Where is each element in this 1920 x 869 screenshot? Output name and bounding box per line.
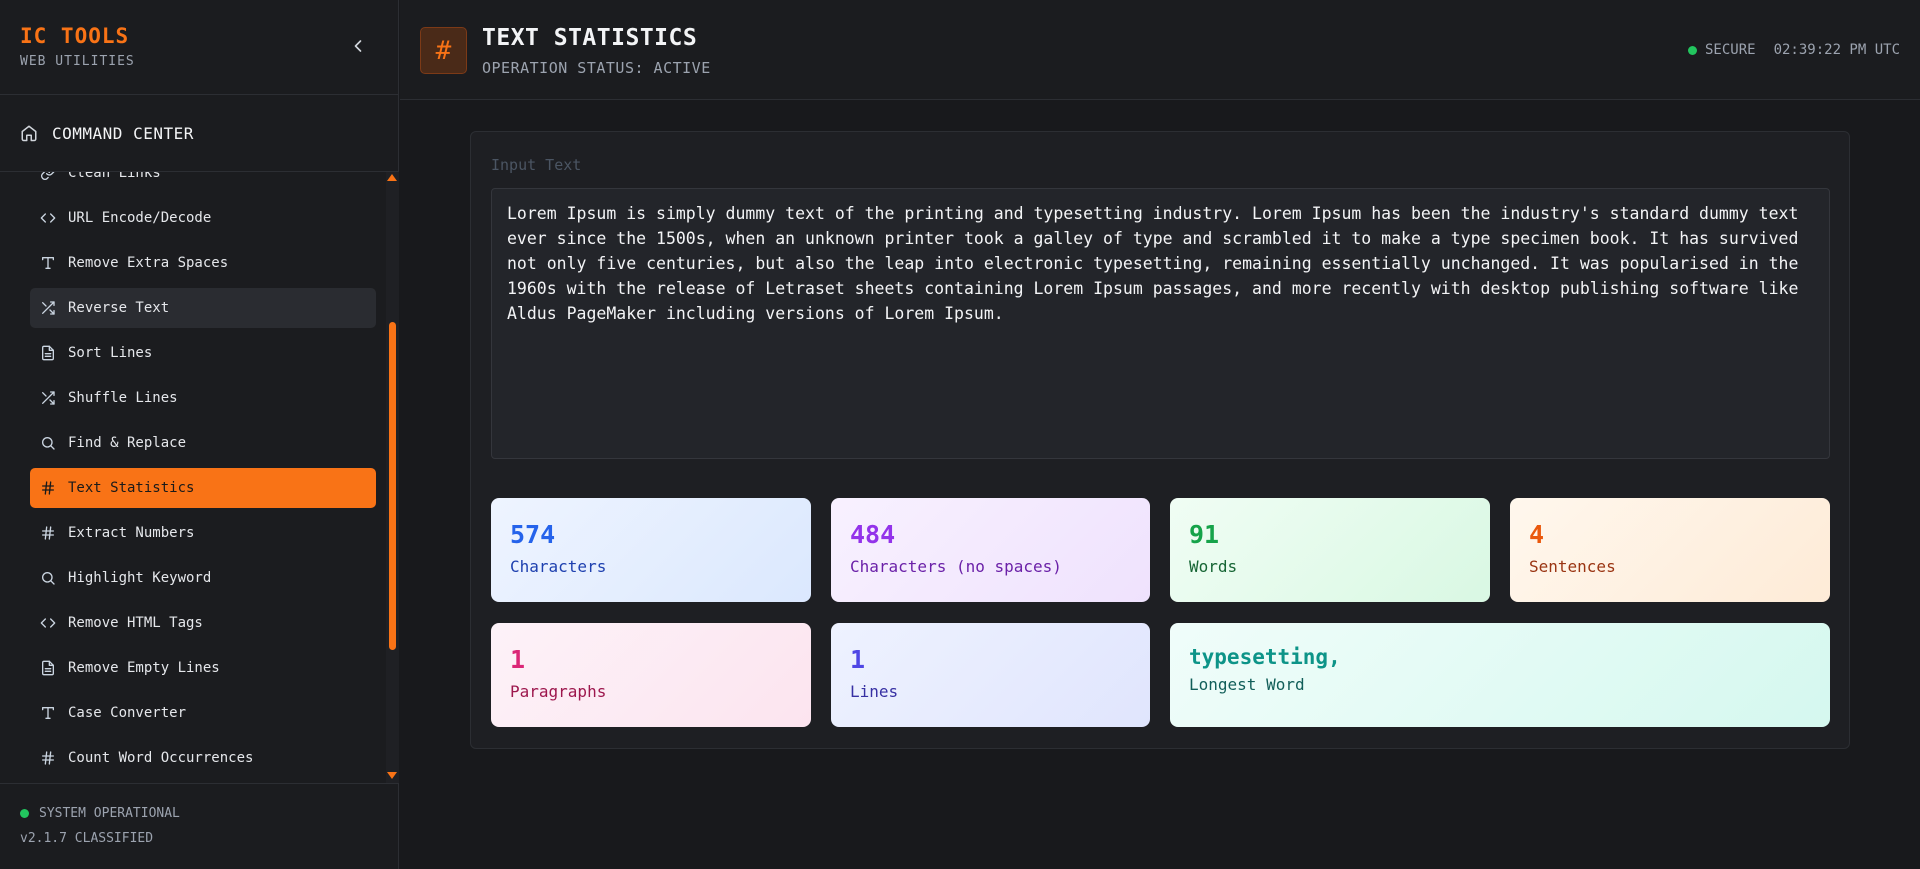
stat-card-words: 91 Words (1170, 498, 1490, 602)
sidebar-nav: Clean Links URL Encode/Decode Remove Extra… (0, 172, 386, 783)
stat-label: Lines (850, 682, 899, 701)
command-center-link[interactable]: COMMAND CENTER (20, 120, 194, 146)
sidebar-item-label: Extract Numbers (68, 525, 195, 541)
system-status: SYSTEM OPERATIONAL (20, 806, 180, 821)
sidebar-item-label: Text Statistics (68, 480, 195, 496)
stat-card-lines: 1 Lines (831, 623, 1150, 727)
file-icon (40, 345, 56, 361)
stat-label: Characters (no spaces) (850, 557, 1062, 576)
sidebar-item-find-replace[interactable]: Find & Replace (30, 423, 376, 463)
code-icon (40, 210, 56, 226)
sidebar-item-label: Reverse Text (68, 300, 170, 316)
brand: IC TOOLS WEB UTILITIES (20, 24, 135, 69)
input-label: Input Text (491, 156, 582, 174)
home-icon (21, 125, 37, 142)
stat-card-paragraphs: 1 Paragraphs (491, 623, 811, 727)
text-statistics-panel: Input Text Lorem Ipsum is simply dummy t… (470, 131, 1850, 749)
divider (0, 783, 399, 784)
sidebar-item-highlight-keyword[interactable]: Highlight Keyword (30, 558, 376, 598)
brand-title: IC TOOLS (20, 24, 130, 48)
stat-value: 4 (1529, 520, 1545, 549)
type-icon (40, 705, 56, 721)
hash-icon (40, 750, 56, 766)
sidebar-item-label: Sort Lines (68, 345, 153, 361)
nav-list: Clean Links URL Encode/Decode Remove Extra… (30, 172, 376, 783)
stat-card-characters: 574 Characters (491, 498, 811, 602)
stat-value: 91 (1189, 520, 1220, 549)
sidebar-item-remove-empty-lines[interactable]: Remove Empty Lines (30, 648, 376, 688)
sidebar-item-label: Clean Links (68, 172, 161, 181)
sidebar-item-text-statistics[interactable]: Text Statistics (30, 468, 376, 508)
type-icon (40, 255, 56, 271)
secure-indicator: SECURE 02:39:22 PM UTC (1687, 42, 1900, 58)
sidebar-item-label: Remove HTML Tags (68, 615, 203, 631)
file-icon (40, 660, 56, 676)
status-dot-icon (20, 809, 29, 818)
operation-status: OPERATION STATUS: ACTIVE (482, 59, 711, 77)
collapse-sidebar-button[interactable] (348, 36, 368, 56)
shuffle-icon (40, 390, 56, 406)
sidebar-item-count-word-occurrences[interactable]: Count Word Occurrences (30, 738, 376, 778)
stat-value: typesetting, (1189, 645, 1341, 669)
secure-dot-icon (1687, 45, 1697, 55)
sidebar-item-label: Count Word Occurrences (68, 750, 254, 766)
stat-value: 484 (850, 520, 896, 549)
sidebar-item-label: Remove Empty Lines (68, 660, 220, 676)
sidebar-item-label: Highlight Keyword (68, 570, 212, 586)
stat-value: 574 (510, 520, 556, 549)
command-center-label: COMMAND CENTER (52, 123, 194, 143)
stat-label: Sentences (1529, 557, 1616, 576)
hash-icon: # (420, 27, 467, 74)
stat-label: Words (1189, 557, 1238, 576)
stat-value: 1 (850, 645, 866, 674)
input-textarea[interactable]: Lorem Ipsum is simply dummy text of the … (491, 188, 1830, 459)
sidebar-item-sort-lines[interactable]: Sort Lines (30, 333, 376, 373)
search-icon (40, 435, 56, 451)
scroll-up-arrow[interactable] (387, 174, 397, 181)
sidebar-item-url-encode-decode[interactable]: URL Encode/Decode (30, 198, 376, 238)
scrollbar-thumb[interactable] (389, 322, 396, 650)
stat-label: Paragraphs (510, 682, 607, 701)
hash-icon (40, 525, 56, 541)
chevron-left-icon (354, 40, 362, 52)
sidebar: IC TOOLS WEB UTILITIES COMMAND CENTER Cl… (0, 0, 399, 869)
stat-value: 1 (510, 645, 526, 674)
sidebar-item-remove-html-tags[interactable]: Remove HTML Tags (30, 603, 376, 643)
sidebar-item-remove-extra-spaces[interactable]: Remove Extra Spaces (30, 243, 376, 283)
shuffle-icon (40, 300, 56, 316)
stat-card-longest-word: typesetting, Longest Word (1170, 623, 1830, 727)
sidebar-item-label: Remove Extra Spaces (68, 255, 229, 271)
sidebar-item-label: Shuffle Lines (68, 390, 178, 406)
secure-label: SECURE (1704, 42, 1756, 58)
page-title: TEXT STATISTICS (482, 25, 698, 51)
link-icon (40, 172, 56, 181)
stat-label: Longest Word (1189, 675, 1305, 694)
stat-label: Characters (510, 557, 607, 576)
header: # TEXT STATISTICS OPERATION STATUS: ACTI… (400, 0, 1920, 100)
stat-card-sentences: 4 Sentences (1510, 498, 1830, 602)
hash-icon (40, 480, 56, 496)
sidebar-item-clean-links[interactable]: Clean Links (30, 172, 376, 193)
sidebar-item-label: Case Converter (68, 705, 187, 721)
sidebar-item-case-converter[interactable]: Case Converter (30, 693, 376, 733)
version-label: v2.1.7 CLASSIFIED (20, 831, 154, 846)
sidebar-item-shuffle-lines[interactable]: Shuffle Lines (30, 378, 376, 418)
brand-subtitle: WEB UTILITIES (20, 54, 135, 69)
clock: 02:39:22 PM UTC (1773, 42, 1900, 58)
divider (0, 94, 399, 95)
search-icon (40, 570, 56, 586)
system-status-text: SYSTEM OPERATIONAL (39, 806, 180, 821)
sidebar-item-label: Find & Replace (68, 435, 187, 451)
code-icon (40, 615, 56, 631)
stat-card-characters-no-spaces: 484 Characters (no spaces) (831, 498, 1150, 602)
sidebar-item-extract-numbers[interactable]: Extract Numbers (30, 513, 376, 553)
sidebar-item-label: URL Encode/Decode (68, 210, 212, 226)
sidebar-item-reverse-text[interactable]: Reverse Text (30, 288, 376, 328)
scroll-down-arrow[interactable] (387, 772, 397, 779)
